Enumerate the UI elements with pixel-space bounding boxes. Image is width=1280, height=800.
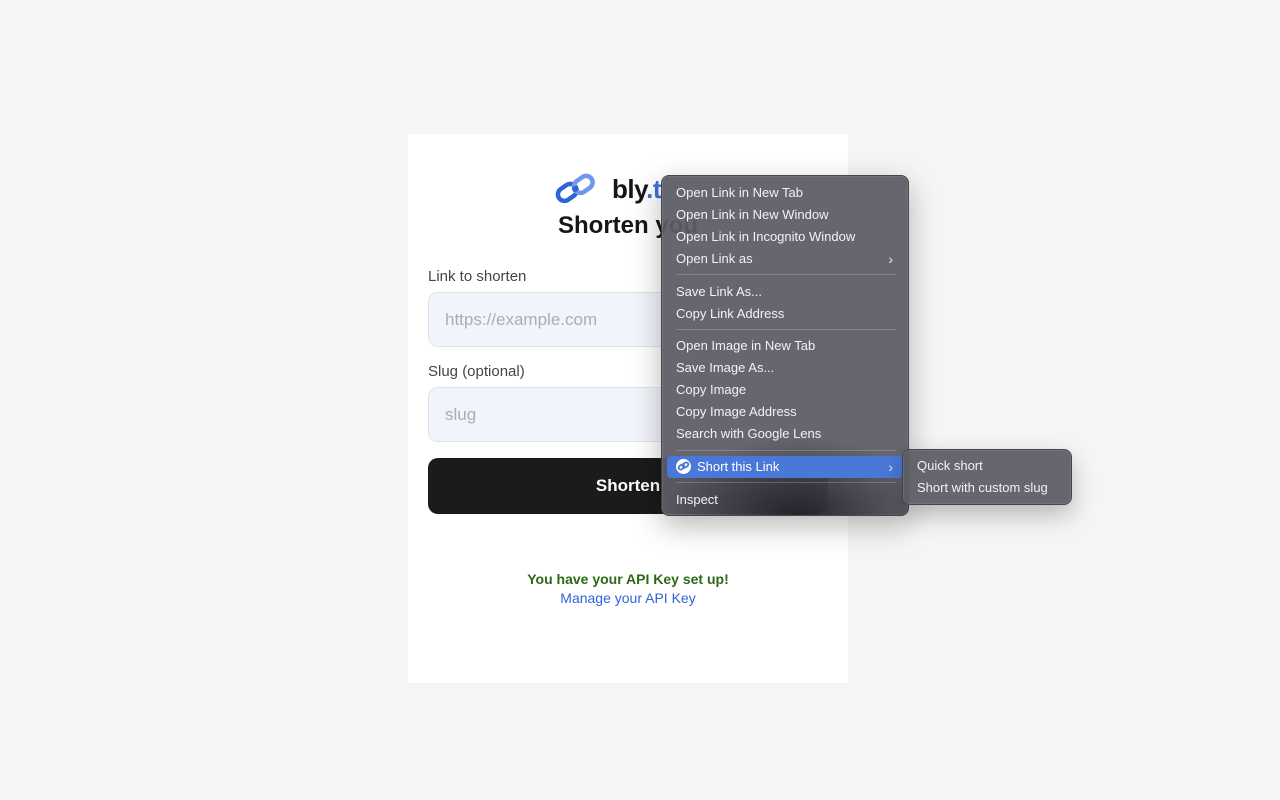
menu-item-open-link-incognito[interactable]: Open Link in Incognito Window xyxy=(667,226,903,248)
menu-item-copy-image[interactable]: Copy Image xyxy=(667,379,903,401)
api-key-status: You have your API Key set up! xyxy=(527,571,729,587)
menu-separator xyxy=(676,329,896,330)
menu-separator xyxy=(676,482,896,483)
chain-link-icon xyxy=(555,173,595,204)
menu-separator xyxy=(676,450,896,451)
chevron-right-icon: › xyxy=(888,459,893,475)
chevron-right-icon: › xyxy=(888,251,893,267)
menu-item-save-link-as[interactable]: Save Link As... xyxy=(667,281,903,303)
menu-separator xyxy=(676,274,896,275)
submenu-short-link: Quick short Short with custom slug xyxy=(902,449,1072,505)
submenu-item-quick-short[interactable]: Quick short xyxy=(908,455,1066,477)
link-label: Link to shorten xyxy=(428,268,527,285)
menu-item-inspect[interactable]: Inspect xyxy=(667,489,903,511)
menu-item-open-link-as[interactable]: Open Link as › xyxy=(667,248,903,270)
menu-item-copy-link-address[interactable]: Copy Link Address xyxy=(667,303,903,325)
manage-api-key-link[interactable]: Manage your API Key xyxy=(408,590,848,606)
submenu-item-custom-slug[interactable]: Short with custom slug xyxy=(908,477,1066,499)
bly-extension-icon xyxy=(676,459,691,474)
menu-item-open-link-new-window[interactable]: Open Link in New Window xyxy=(667,204,903,226)
logo-text: bly.t xyxy=(612,174,662,204)
context-menu: Open Link in New Tab Open Link in New Wi… xyxy=(661,175,909,516)
menu-item-search-google-lens[interactable]: Search with Google Lens xyxy=(667,423,903,445)
slug-label: Slug (optional) xyxy=(428,363,525,380)
menu-item-open-link-new-tab[interactable]: Open Link in New Tab xyxy=(667,182,903,204)
menu-item-copy-image-address[interactable]: Copy Image Address xyxy=(667,401,903,423)
menu-item-short-this-link[interactable]: Short this Link › xyxy=(667,456,903,478)
menu-item-save-image-as[interactable]: Save Image As... xyxy=(667,357,903,379)
menu-item-open-image-new-tab[interactable]: Open Image in New Tab xyxy=(667,335,903,357)
